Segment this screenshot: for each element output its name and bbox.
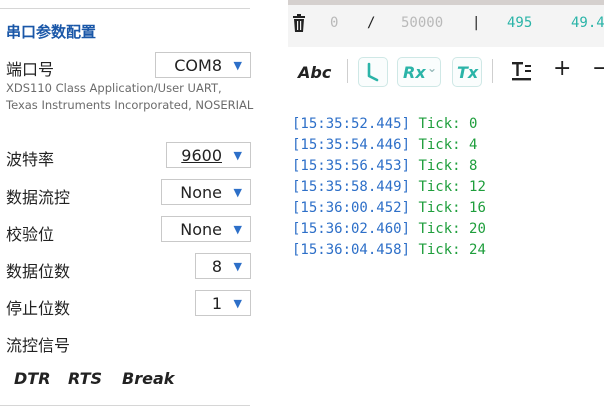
toolbar-separator [347,59,348,83]
port-select[interactable]: COM8 ▼ [155,52,251,78]
log-message: Tick: 8 [418,158,478,174]
log-line: [15:35:54.446] Tick: 4 [292,135,486,156]
minus-icon[interactable]: − [592,56,604,81]
parity-value: None [180,220,222,239]
chevron-down-icon: ▼ [233,260,242,273]
flow-control-label: 数据流控 [6,188,71,207]
tx-toggle-button[interactable]: Tx [452,57,482,87]
stop-bits-value: 1 [211,294,222,313]
baud-label: 波特率 [6,150,55,169]
chevron-down-icon: ▼ [233,223,242,236]
plus-icon[interactable]: + [553,56,571,81]
parity-label: 校验位 [6,225,55,244]
chevron-down-icon: ▼ [233,59,242,72]
text-mode-button[interactable]: Abc [298,63,331,91]
log-message: Tick: 0 [418,116,478,132]
log-line: [15:35:58.449] Tick: 12 [292,177,486,198]
log-timestamp: [15:35:56.453] [292,158,411,174]
log-timestamp: [15:35:54.446] [292,137,411,153]
data-bits-value: 8 [211,257,222,276]
log-line: [15:35:52.445] Tick: 0 [292,114,486,135]
timestamp-toggle-button[interactable] [358,57,388,87]
rts-button[interactable]: RTS [68,369,102,388]
baud-value: 9600 [181,146,222,165]
port-description: XDS110 Class Application/User UART, Texa… [6,81,254,112]
toolbar: Abc Rx ⌄ Tx + − [270,47,604,97]
log-message: Tick: 24 [418,242,486,258]
tx-label: Tx [457,63,479,82]
baud-select[interactable]: 9600 ▼ [166,142,251,168]
terminal-panel: 0 / 50000 | 495 49.4 Abc Rx ⌄ Tx + − [15… [270,0,604,420]
log-timestamp: [15:35:58.449] [292,179,411,195]
flow-signals-label: 流控信号 [6,336,71,355]
buffer-limit: 50000 [401,15,444,31]
flow-control-value: None [180,183,222,202]
flow-control-select[interactable]: None ▼ [161,179,251,205]
serial-config-panel: 串口参数配置 端口号 COM8 ▼ XDS110 Class Applicati… [0,0,270,420]
data-bits-select[interactable]: 8 ▼ [195,253,251,279]
stop-bits-select[interactable]: 1 ▼ [195,290,251,316]
status-bar: 0 / 50000 | 495 49.4 [288,0,604,47]
log-message: Tick: 4 [418,137,478,153]
log-line: [15:36:02.460] Tick: 20 [292,219,486,240]
log-timestamp: [15:35:52.445] [292,116,411,132]
serial-log: [15:35:52.445] Tick: 0 [15:35:54.446] Tic… [292,114,486,261]
log-line: [15:36:00.452] Tick: 16 [292,198,486,219]
clock-hand-icon [367,62,379,82]
dtr-button[interactable]: DTR [14,369,51,388]
chevron-down-icon: ▼ [233,297,242,310]
divider [0,8,250,9]
tx-count: 495 [507,15,533,31]
log-timestamp: [15:36:00.452] [292,200,411,216]
log-line: [15:36:04.458] Tick: 24 [292,240,486,261]
rx-label: Rx [403,63,426,82]
rate-value: 49.4 [571,15,604,31]
status-divider: | [472,15,481,31]
log-message: Tick: 12 [418,179,486,195]
port-label: 端口号 [6,60,55,79]
count-slash: / [367,15,376,31]
log-timestamp: [15:36:04.458] [292,242,411,258]
chevron-down-icon: ▼ [233,186,242,199]
log-line: [15:35:56.453] Tick: 8 [292,156,486,177]
port-value: COM8 [174,56,222,75]
chevron-down-icon: ▼ [233,149,242,162]
panel-title: 串口参数配置 [6,23,97,41]
text-format-icon[interactable] [512,61,532,81]
parity-select[interactable]: None ▼ [161,216,251,242]
break-button[interactable]: Break [122,369,174,388]
chevron-down-icon: ⌄ [427,61,438,75]
trash-icon[interactable] [292,14,306,32]
divider [0,405,250,406]
toolbar-separator [492,59,493,83]
rx-toggle-button[interactable]: Rx ⌄ [397,57,441,87]
rx-count: 0 [330,15,339,31]
log-message: Tick: 20 [418,221,486,237]
log-timestamp: [15:36:02.460] [292,221,411,237]
data-bits-label: 数据位数 [6,262,71,281]
log-message: Tick: 16 [418,200,486,216]
stop-bits-label: 停止位数 [6,299,71,318]
